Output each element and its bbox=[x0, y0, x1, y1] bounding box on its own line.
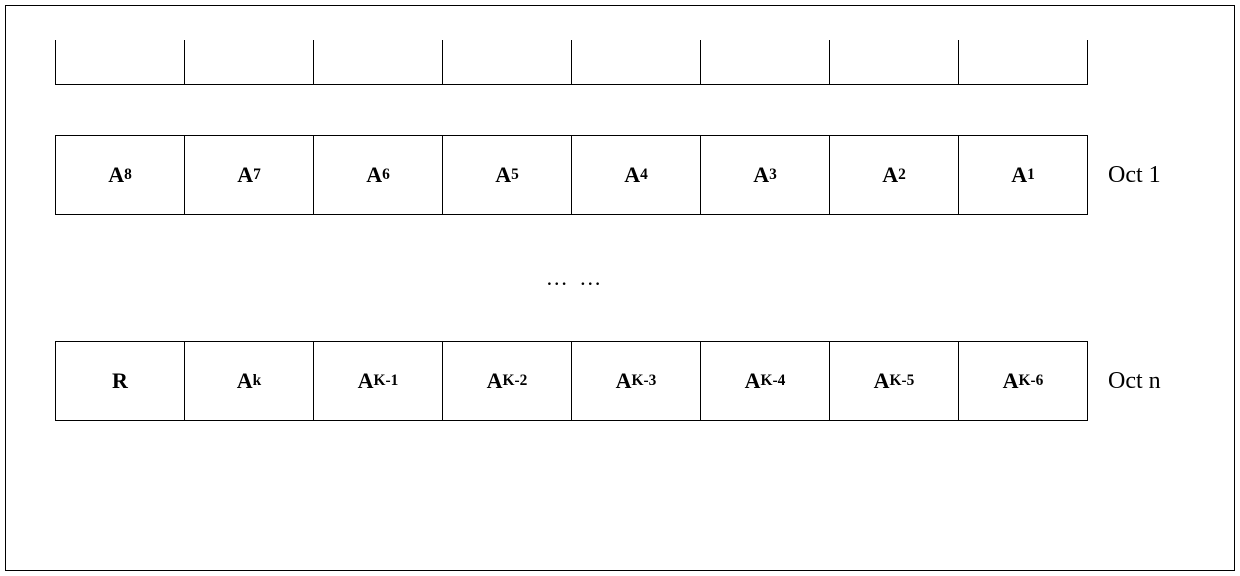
row-label: Oct n bbox=[1108, 368, 1161, 395]
bit-cell: A1 bbox=[958, 135, 1088, 215]
bit-sub: 2 bbox=[898, 166, 906, 184]
bit-cell: AK-2 bbox=[442, 341, 572, 421]
bit-cell: AK-6 bbox=[958, 341, 1088, 421]
bit-cell: A4 bbox=[571, 135, 701, 215]
bit-sub: K-2 bbox=[503, 372, 528, 390]
bit-base: A bbox=[745, 368, 761, 394]
oct-1-row: A8 A7 A6 A5 A4 A3 A2 A1 Oct 1 bbox=[55, 135, 1185, 215]
bit-cell: Ak bbox=[184, 341, 314, 421]
header-cell bbox=[700, 40, 830, 85]
bit-base: A bbox=[753, 162, 769, 188]
diagram-content: A8 A7 A6 A5 A4 A3 A2 A1 Oct 1 … … R Ak A… bbox=[55, 40, 1185, 421]
header-cell bbox=[829, 40, 959, 85]
bit-cell: A5 bbox=[442, 135, 572, 215]
bit-base: A bbox=[237, 162, 253, 188]
header-row bbox=[55, 40, 1185, 85]
bit-base: A bbox=[1011, 162, 1027, 188]
bit-sub: 3 bbox=[769, 166, 777, 184]
bit-cell: A6 bbox=[313, 135, 443, 215]
bit-sub: 4 bbox=[640, 166, 648, 184]
bit-sub: 7 bbox=[253, 166, 261, 184]
bit-cell: A8 bbox=[55, 135, 185, 215]
header-cell bbox=[958, 40, 1088, 85]
bit-base: A bbox=[108, 162, 124, 188]
bit-cell: AK-5 bbox=[829, 341, 959, 421]
bit-cell: AK-1 bbox=[313, 341, 443, 421]
bit-sub: 8 bbox=[124, 166, 132, 184]
bit-sub: K-6 bbox=[1019, 372, 1044, 390]
bit-base: A bbox=[358, 368, 374, 394]
bit-base: A bbox=[874, 368, 890, 394]
oct-n-row: R Ak AK-1 AK-2 AK-3 AK-4 AK-5 AK-6 Oct n bbox=[55, 341, 1185, 421]
bit-sub: k bbox=[253, 372, 262, 390]
header-cell bbox=[571, 40, 701, 85]
header-cell bbox=[55, 40, 185, 85]
bit-base: A bbox=[495, 162, 511, 188]
bit-base: A bbox=[487, 368, 503, 394]
bit-sub: K-1 bbox=[374, 372, 399, 390]
bit-sub: 6 bbox=[382, 166, 390, 184]
bit-sub: K-4 bbox=[761, 372, 786, 390]
bit-cell: AK-4 bbox=[700, 341, 830, 421]
header-cell bbox=[184, 40, 314, 85]
bit-cell: A3 bbox=[700, 135, 830, 215]
bit-cell: A2 bbox=[829, 135, 959, 215]
header-cell bbox=[313, 40, 443, 85]
bit-sub: K-5 bbox=[890, 372, 915, 390]
header-cell bbox=[442, 40, 572, 85]
bit-base: R bbox=[112, 368, 128, 394]
row-label: Oct 1 bbox=[1108, 162, 1161, 189]
bit-sub: 5 bbox=[511, 166, 519, 184]
bit-base: A bbox=[616, 368, 632, 394]
bit-base: A bbox=[1003, 368, 1019, 394]
bit-sub: 1 bbox=[1027, 166, 1035, 184]
bit-cell: A7 bbox=[184, 135, 314, 215]
bit-cell: R bbox=[55, 341, 185, 421]
bit-sub: K-3 bbox=[632, 372, 657, 390]
bit-base: A bbox=[624, 162, 640, 188]
ellipsis: … … bbox=[55, 265, 1095, 291]
bit-base: A bbox=[366, 162, 382, 188]
bit-base: A bbox=[882, 162, 898, 188]
bit-cell: AK-3 bbox=[571, 341, 701, 421]
bit-base: A bbox=[237, 368, 253, 394]
